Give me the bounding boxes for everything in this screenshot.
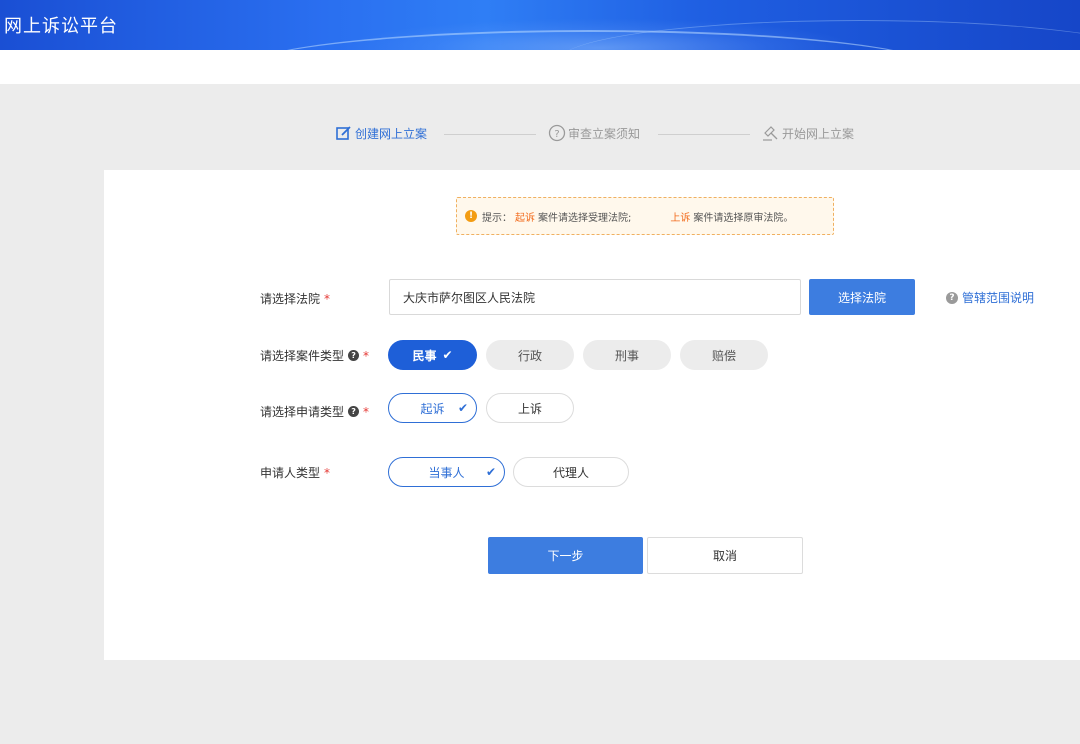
check-icon: ✔ [457, 401, 468, 415]
next-step-button[interactable]: 下一步 [488, 537, 643, 574]
help-icon: ? [946, 291, 958, 304]
help-icon[interactable]: ? [348, 406, 360, 417]
check-icon: ✔ [485, 465, 496, 479]
step-label: 创建网上立案 [355, 126, 428, 141]
case-type-administrative[interactable]: 行政 [486, 340, 574, 370]
case-type-criminal[interactable]: 刑事 [583, 340, 671, 370]
step-label: 开始网上立案 [782, 126, 855, 141]
top-banner: 网上诉讼平台 [0, 0, 1080, 50]
jurisdiction-scope-link[interactable]: ? 管辖范围说明 [946, 289, 1034, 306]
required-mark: * [363, 404, 370, 419]
notice-banner: ! 提示： 起诉 案件请选择受理法院; 上诉 案件请选择原审法院。 [456, 197, 834, 235]
gavel-icon [763, 126, 778, 141]
select-court-button[interactable]: 选择法院 [809, 279, 915, 315]
apply-type-label: 请选择申请类型? * [260, 404, 370, 420]
required-mark: * [324, 465, 331, 480]
step-indicator: 创建网上立案 ? 审查立案须知 开始网上立案 [0, 124, 1080, 146]
cancel-button[interactable]: 取消 [647, 537, 803, 574]
case-type-compensation[interactable]: 赔偿 [680, 340, 768, 370]
case-type-label: 请选择案件类型? * [260, 348, 370, 364]
case-type-civil[interactable]: 民事 ✔ [388, 340, 477, 370]
edit-icon [336, 126, 351, 140]
applicant-type-label: 申请人类型 * [260, 465, 331, 481]
step-connector [444, 134, 536, 135]
required-mark: * [324, 291, 331, 306]
step-create-case: 创建网上立案 [335, 124, 427, 142]
tip-text-appeal: 案件请选择原审法院。 [693, 212, 794, 224]
required-mark: * [363, 348, 370, 363]
warning-icon: ! [465, 210, 477, 222]
step-review-notice: ? 审查立案须知 [548, 124, 640, 142]
question-circle-icon: ? [548, 124, 566, 142]
subheader-strip [0, 50, 1080, 84]
apply-type-appeal[interactable]: 上诉 [486, 393, 574, 423]
applicant-type-party[interactable]: 当事人 ✔ [388, 457, 505, 487]
tip-highlight-appeal: 上诉 [670, 212, 691, 224]
check-icon: ✔ [442, 348, 453, 362]
applicant-type-agent[interactable]: 代理人 [513, 457, 629, 487]
step-label: 审查立案须知 [568, 126, 641, 141]
court-input[interactable] [389, 279, 801, 315]
help-icon[interactable]: ? [348, 350, 360, 361]
platform-title: 网上诉讼平台 [4, 16, 118, 37]
tip-text-sue: 案件请选择受理法院; [538, 212, 632, 224]
svg-text:?: ? [554, 129, 559, 140]
step-start-filing: 开始网上立案 [762, 124, 854, 142]
tip-prefix: 提示： [482, 212, 512, 224]
filing-form-card: ! 提示： 起诉 案件请选择受理法院; 上诉 案件请选择原审法院。 请选择法院 *… [104, 170, 1080, 660]
tip-highlight-sue: 起诉 [515, 212, 535, 224]
court-label: 请选择法院 * [260, 291, 331, 307]
apply-type-sue[interactable]: 起诉 ✔ [388, 393, 477, 423]
step-connector [658, 134, 750, 135]
